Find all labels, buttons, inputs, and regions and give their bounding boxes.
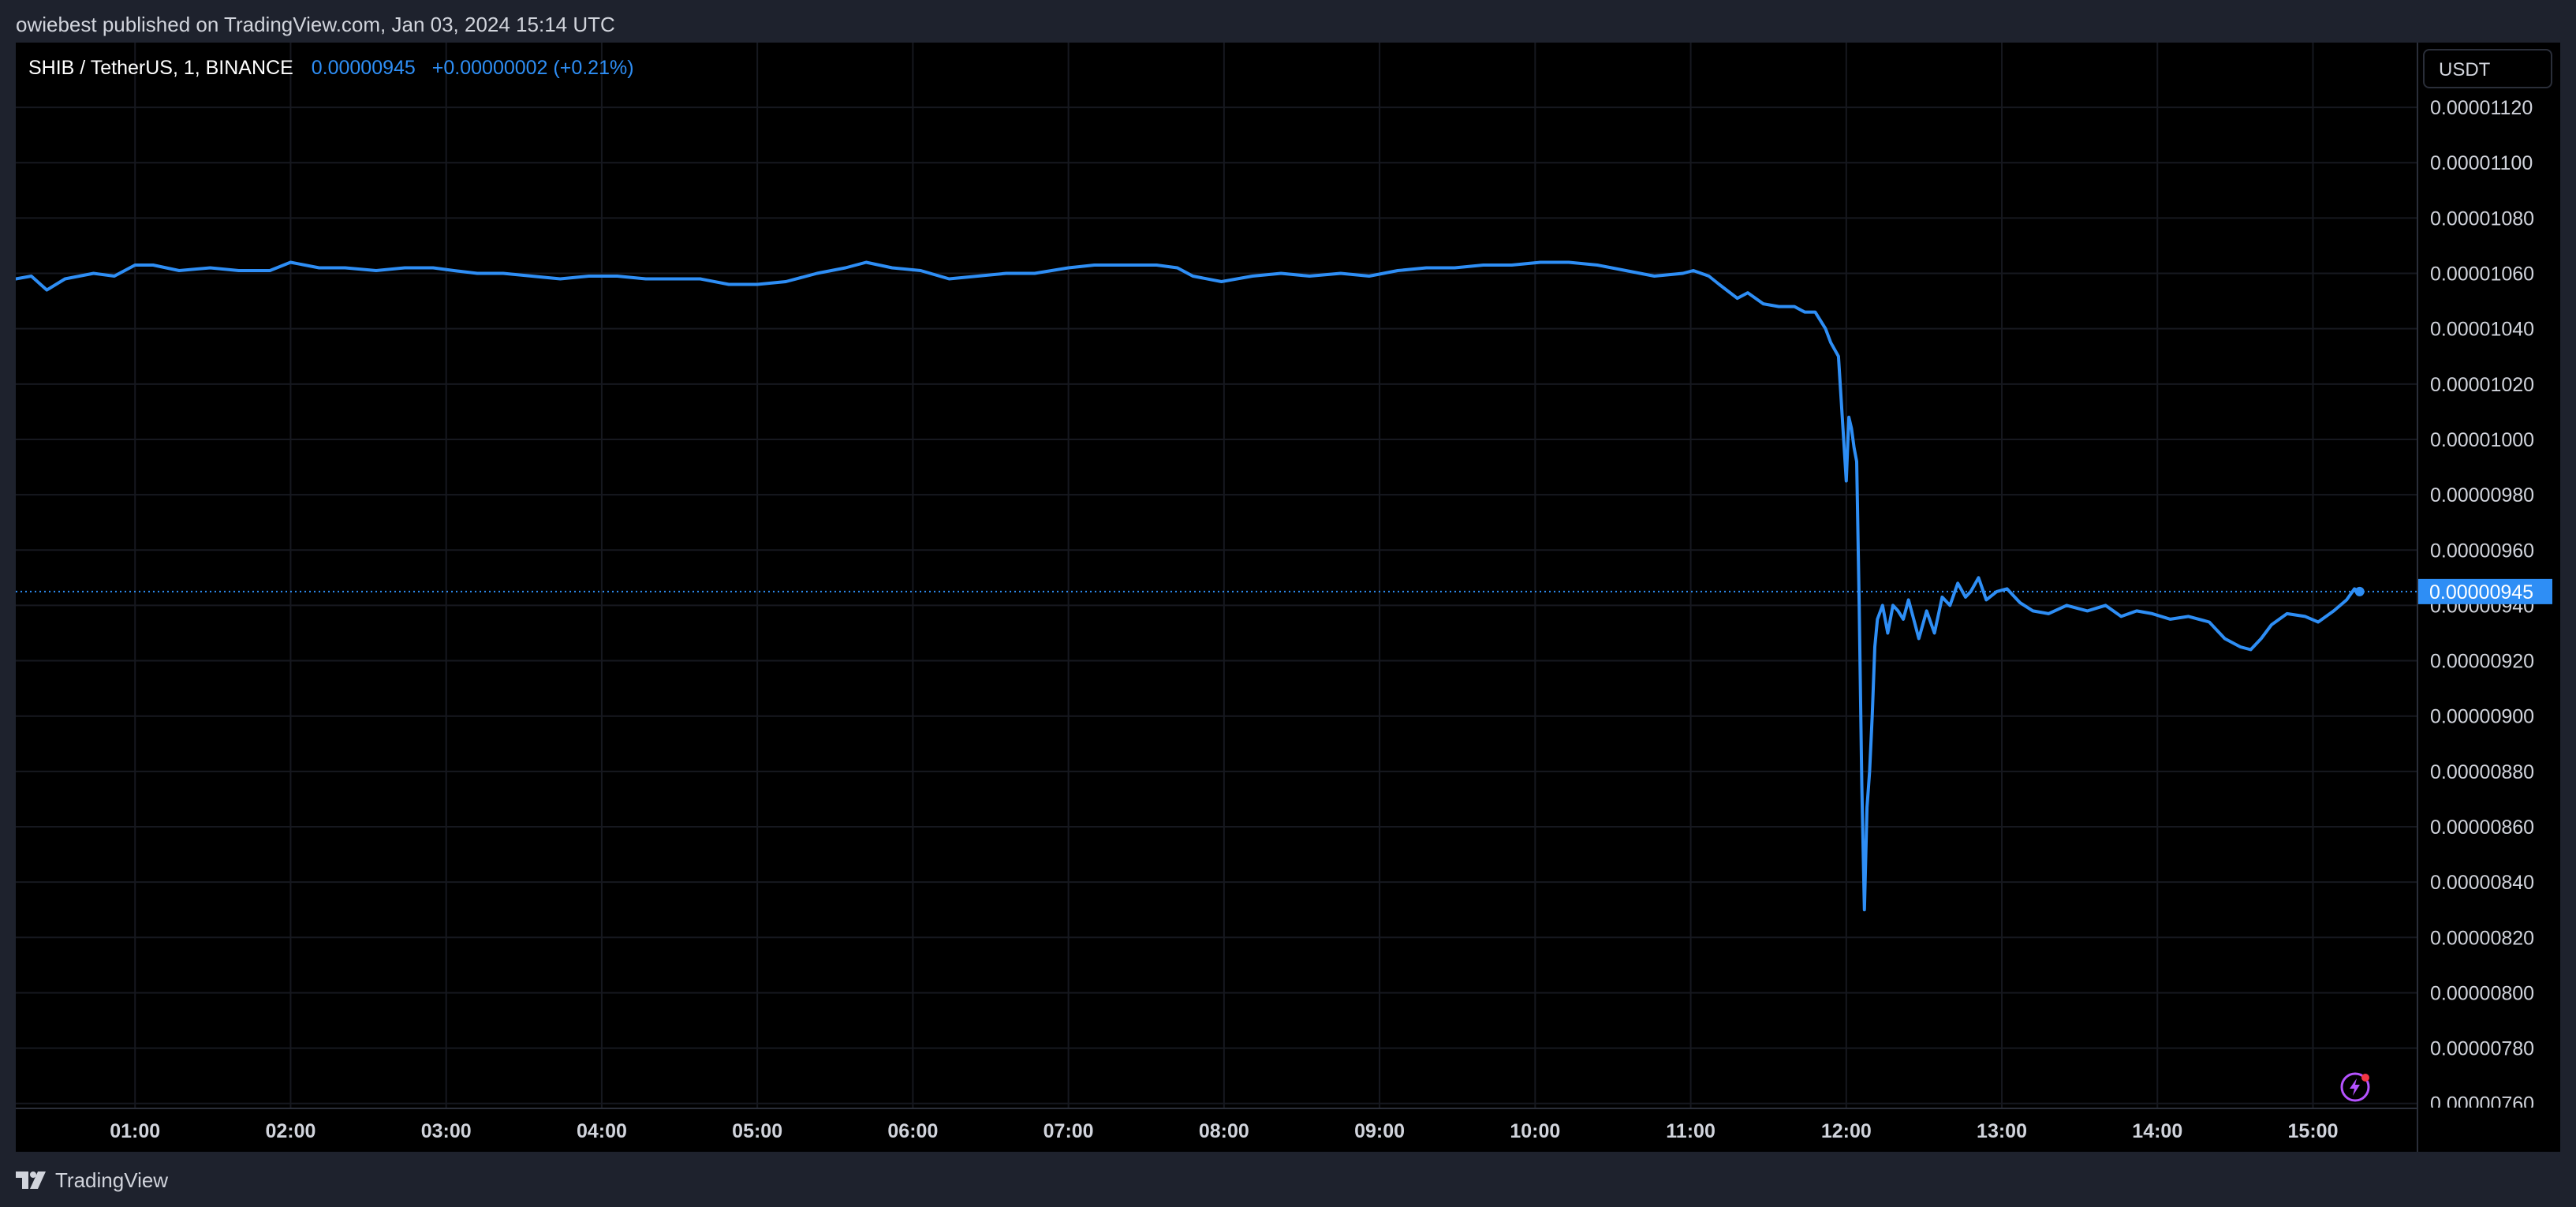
price-tick-label: 0.00000840 — [2430, 872, 2534, 894]
last-value: 0.00000945 — [311, 57, 416, 79]
last-price-badge-layer: 0.00000945 — [2418, 578, 2552, 604]
price-tick-label: 0.00000780 — [2430, 1038, 2534, 1060]
time-tick-label: 01:00 — [110, 1120, 160, 1142]
series-layer — [16, 260, 2365, 912]
time-tick-label: 11:00 — [1666, 1120, 1715, 1142]
price-tick-labels: 0.00000760 0.00000780 0.00000800 0.00000820… — [2430, 97, 2534, 1115]
time-tick-label: 04:00 — [577, 1120, 627, 1142]
time-tick-label: 14:00 — [2132, 1120, 2182, 1142]
time-tick-label: 06:00 — [887, 1120, 938, 1142]
time-tick-label: 13:00 — [1977, 1120, 2027, 1142]
price-tick-label: 0.00000760 — [2430, 1093, 2534, 1115]
price-tick-label: 0.00000880 — [2430, 761, 2534, 783]
time-tick-label: 12:00 — [1821, 1120, 1872, 1142]
time-tick-label: 10:00 — [1510, 1120, 1560, 1142]
time-tick-label: 15:00 — [2288, 1120, 2339, 1142]
price-tick-label: 0.00000800 — [2430, 982, 2534, 1004]
last-price-point — [2354, 586, 2365, 596]
brand-label: TradingView — [55, 1168, 169, 1192]
chart-svg: 0.00000760 0.00000780 0.00000800 0.00000820… — [16, 43, 2552, 1142]
price-tick-label: 0.00001120 — [2430, 97, 2533, 119]
chart-window: owiebest published on TradingView.com, J… — [0, 0, 2576, 1207]
time-tick-label: 09:00 — [1354, 1120, 1405, 1142]
time-tick-label: 07:00 — [1043, 1120, 1094, 1142]
price-tick-label: 0.00000820 — [2430, 927, 2534, 949]
price-tick-label: 0.00000860 — [2430, 816, 2534, 839]
price-tick-label: 0.00000960 — [2430, 540, 2534, 562]
price-tick-label: 0.00001020 — [2430, 374, 2534, 396]
currency-button[interactable]: USDT — [2423, 49, 2552, 88]
price-tick-label: 0.00000980 — [2430, 484, 2534, 506]
tradingview-brand[interactable]: TradingView — [16, 1164, 168, 1196]
price-tick-label: 0.00001000 — [2430, 429, 2534, 451]
price-tick-label: 0.00001080 — [2430, 207, 2534, 230]
last-price-badge-label: 0.00000945 — [2429, 581, 2533, 604]
price-tick-label: 0.00001060 — [2430, 263, 2534, 286]
time-tick-label: 02:00 — [265, 1120, 315, 1142]
time-tick-labels: 01:00 02:00 03:00 04:00 05:00 06:00 07:00 08:00… — [110, 1120, 2338, 1142]
time-tick-label: 05:00 — [732, 1120, 782, 1142]
price-tick-label: 0.00000920 — [2430, 651, 2534, 673]
price-change: +0.00000002 (+0.21%) — [431, 57, 634, 79]
price-series-line — [16, 260, 2361, 912]
tradingview-logo-icon — [16, 1172, 46, 1190]
lightning-icon[interactable] — [2338, 1070, 2373, 1104]
symbol-name[interactable]: SHIB / TetherUS, 1, BINANCE — [28, 57, 293, 79]
symbol-legend[interactable]: SHIB / TetherUS, 1, BINANCE 0.00000945 +… — [28, 54, 634, 82]
price-tick-label: 0.00001100 — [2430, 152, 2533, 174]
time-tick-label: 08:00 — [1199, 1120, 1249, 1142]
price-tick-label: 0.00000900 — [2430, 706, 2534, 728]
grid-layer — [16, 43, 2417, 1108]
time-tick-label: 03:00 — [421, 1120, 472, 1142]
price-tick-label: 0.00001040 — [2430, 319, 2534, 341]
